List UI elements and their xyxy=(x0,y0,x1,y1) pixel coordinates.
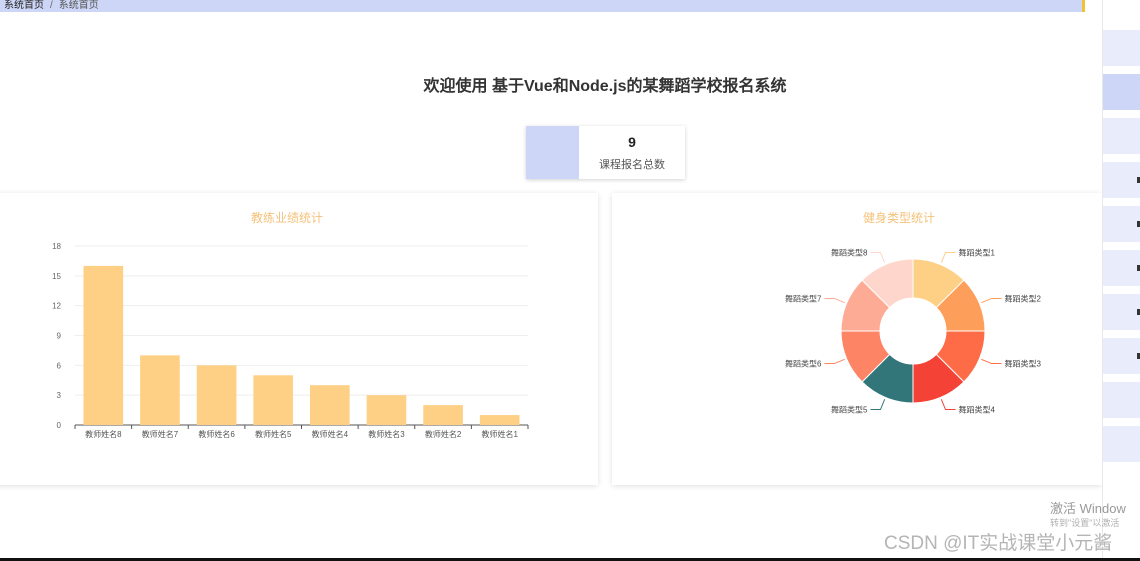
x-tick-label: 教师姓名5 xyxy=(255,429,292,439)
stat-card-accent xyxy=(526,126,579,179)
bar xyxy=(423,405,463,425)
sidebar-menu-item[interactable] xyxy=(1103,250,1140,286)
slice-label: 舞蹈类型3 xyxy=(1005,359,1042,369)
bar xyxy=(83,265,124,425)
slice-label: 舞蹈类型2 xyxy=(1005,293,1042,303)
label-leader-line xyxy=(940,251,956,263)
bar xyxy=(196,365,237,425)
bar xyxy=(366,395,407,425)
x-tick-label: 教师姓名1 xyxy=(481,429,518,439)
y-tick-label: 0 xyxy=(57,421,62,430)
y-tick-label: 9 xyxy=(57,332,62,341)
sidebar-menu-item[interactable] xyxy=(1103,294,1140,330)
x-tick-label: 教师姓名6 xyxy=(198,429,235,439)
windows-activation-watermark: 激活 Window xyxy=(1050,501,1126,516)
bar xyxy=(479,415,520,425)
breadcrumb-separator: / xyxy=(50,0,53,11)
slice-label: 舞蹈类型7 xyxy=(785,293,822,303)
label-leader-line xyxy=(824,297,845,304)
donut-chart: 舞蹈类型1 舞蹈类型2 舞蹈类型3 舞蹈类型4 舞蹈类型5 舞蹈类型6 舞蹈类型7 舞蹈类型8 xyxy=(785,247,1042,415)
label-leader-line xyxy=(981,297,1002,304)
coach-performance-panel: 教练业绩统计 0 3 6 9 12 15 18 教师姓名8 教师姓名7 教师姓名6 教师姓名5 教师姓… xyxy=(0,193,598,485)
sidebar-menu-item[interactable] xyxy=(1103,206,1140,242)
csdn-watermark: CSDN @IT实战课堂小元酱 xyxy=(884,533,1113,554)
label-leader-line xyxy=(940,399,956,411)
slice-label: 舞蹈类型6 xyxy=(785,359,822,369)
label-leader-line xyxy=(824,358,845,365)
stat-label: 课程报名总数 xyxy=(599,159,665,171)
slice-label: 舞蹈类型8 xyxy=(831,247,868,257)
x-tick-label: 教师姓名4 xyxy=(312,429,349,439)
breadcrumb-current: 系统首页 xyxy=(58,0,99,11)
right-sidebar xyxy=(1102,0,1140,561)
sidebar-menu-item[interactable] xyxy=(1103,382,1140,418)
slice-label: 舞蹈类型5 xyxy=(831,405,868,415)
label-leader-line xyxy=(870,251,886,263)
x-tick-label: 教师姓名2 xyxy=(425,429,462,439)
bar xyxy=(253,375,294,425)
sidebar-menu-item[interactable] xyxy=(1103,426,1140,462)
x-tick-label: 教师姓名8 xyxy=(85,429,122,439)
x-tick-label: 教师姓名7 xyxy=(142,429,179,439)
page-title: 欢迎使用 基于Vue和Node.js的某舞蹈学校报名系统 xyxy=(423,78,787,95)
slice-label: 舞蹈类型4 xyxy=(959,405,996,415)
y-tick-label: 15 xyxy=(52,272,61,281)
slice-label: 舞蹈类型1 xyxy=(959,247,996,257)
bar xyxy=(140,355,180,425)
y-tick-label: 6 xyxy=(57,361,62,370)
stat-card-enrollment-total: 9 课程报名总数 xyxy=(526,126,685,179)
y-tick-label: 3 xyxy=(57,391,62,400)
breadcrumb: 系统首页 / 系统首页 xyxy=(4,0,99,11)
x-tick-label: 教师姓名3 xyxy=(368,429,405,439)
bar xyxy=(309,385,350,425)
top-header-bar: 系统首页 / 系统首页 xyxy=(0,0,1085,12)
breadcrumb-home-link[interactable]: 系统首页 xyxy=(4,0,44,11)
dance-type-panel: 健身类型统计 舞蹈类型1 舞蹈类型2 舞蹈类型3 舞蹈类型4 舞蹈类型5 舞蹈类型6 舞蹈类… xyxy=(612,193,1102,485)
sidebar-menu-item[interactable] xyxy=(1103,74,1140,110)
bar-chart: 0 3 6 9 12 15 18 教师姓名8 教师姓名7 教师姓名6 教师姓名5 教师姓名4 教师姓名3… xyxy=(52,242,529,439)
sidebar-menu-item[interactable] xyxy=(1103,162,1140,198)
sidebar-menu-item[interactable] xyxy=(1103,118,1140,154)
label-leader-line xyxy=(981,358,1002,365)
y-tick-label: 18 xyxy=(52,242,61,251)
stat-value: 9 xyxy=(628,134,636,150)
sidebar-menu-item[interactable] xyxy=(1103,338,1140,374)
label-leader-line xyxy=(870,399,886,411)
y-tick-label: 12 xyxy=(52,302,61,311)
sidebar-menu-item[interactable] xyxy=(1103,30,1140,66)
